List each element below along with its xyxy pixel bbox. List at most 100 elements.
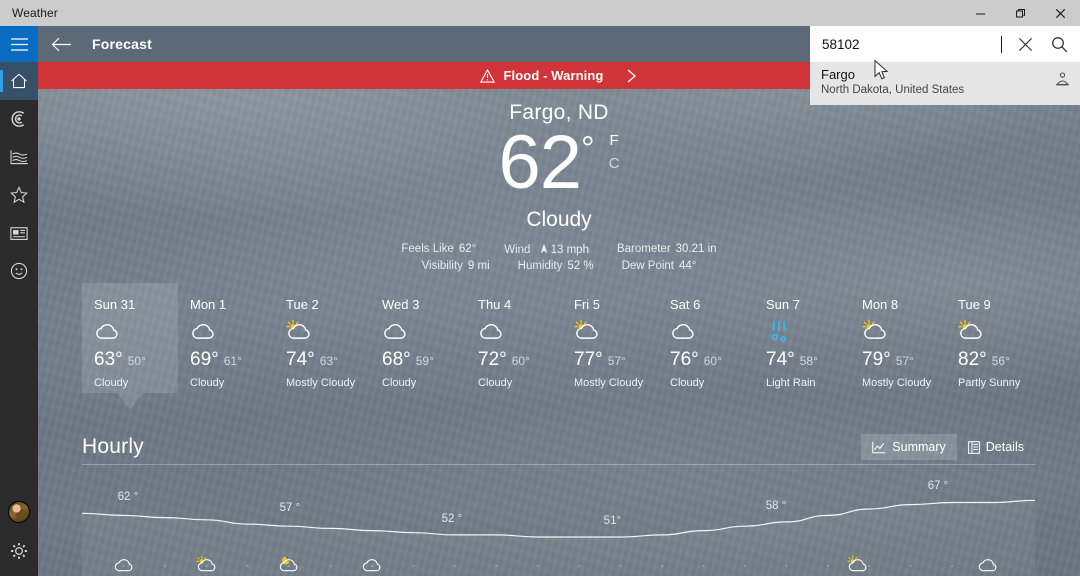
page-title: Forecast xyxy=(92,36,152,52)
metric-dew-point: Dew Point 44° xyxy=(622,260,697,272)
daily-forecast-card[interactable]: Tue 2 74° 63° Mostly Cloudy xyxy=(274,283,370,393)
mostly-cloudy-icon xyxy=(574,319,658,345)
daily-forecast-card[interactable]: Mon 1 69° 61° Cloudy xyxy=(178,283,274,393)
metric-barometer: Barometer 30.21 in xyxy=(617,243,717,256)
location-pin-icon xyxy=(1055,72,1070,93)
chart-point-label: 67 ° xyxy=(927,480,949,493)
current-metrics: Feels Like 62° Wind 13 mph Barometer 30.21… xyxy=(38,243,1080,272)
forecast-day-label: Tue 9 xyxy=(958,297,991,312)
search-box[interactable] xyxy=(810,26,1080,62)
unit-celsius-button[interactable]: C xyxy=(609,156,620,172)
sidebar-item-home[interactable] xyxy=(0,62,38,100)
forecast-low: 60° xyxy=(511,354,530,368)
account-button[interactable] xyxy=(0,494,38,532)
navigation-rail xyxy=(0,26,38,576)
maximize-button[interactable] xyxy=(1000,0,1040,26)
forecast-low: 63° xyxy=(319,354,338,368)
section-title: Hourly xyxy=(82,435,144,458)
wind-arrow-icon xyxy=(540,243,547,254)
forecast-description: Mostly Cloudy xyxy=(862,377,932,389)
mostly-cloudy-icon xyxy=(862,319,946,345)
minimize-button[interactable] xyxy=(960,0,1000,26)
forecast-day-label: Tue 2 xyxy=(286,297,319,312)
sidebar-item-favorites[interactable] xyxy=(0,176,38,214)
sidebar-item-historical-weather[interactable] xyxy=(0,138,38,176)
forecast-description: Light Rain xyxy=(766,377,816,389)
cloudy-icon xyxy=(478,319,562,345)
search-icon xyxy=(1051,36,1067,52)
current-condition-text: Cloudy xyxy=(526,208,592,231)
forecast-low: 60° xyxy=(703,354,722,368)
metric-value: 13 mph xyxy=(550,244,589,256)
metric-value: 30.21 in xyxy=(675,243,717,255)
cloudy-icon xyxy=(670,319,754,345)
daily-forecast-card[interactable]: Sun 31 63° 50° Cloudy xyxy=(82,283,178,393)
daily-forecast-card[interactable]: Sat 6 76° 60° Cloudy xyxy=(658,283,754,393)
tab-details[interactable]: Details xyxy=(957,434,1035,460)
forecast-day-label: Fri 5 xyxy=(574,297,600,312)
close-button[interactable] xyxy=(1040,0,1080,26)
window-controls xyxy=(960,0,1080,26)
unit-fahrenheit-button[interactable]: F xyxy=(609,133,620,149)
smiley-feedback-icon xyxy=(10,262,28,280)
forecast-day-label: Sun 7 xyxy=(766,297,800,312)
close-icon xyxy=(1055,8,1065,18)
metric-label: Feels Like xyxy=(401,243,454,255)
forecast-description: Mostly Cloudy xyxy=(574,377,644,389)
forecast-day-label: Mon 1 xyxy=(190,297,227,312)
forecast-temps: 76° 60° xyxy=(670,349,754,371)
clear-search-button[interactable] xyxy=(1008,27,1042,61)
forecast-temps: 79° 57° xyxy=(862,349,946,371)
forecast-high: 74° xyxy=(286,349,315,370)
metric-label: Dew Point xyxy=(621,260,675,272)
forecast-description: Partly Sunny xyxy=(958,377,1021,389)
current-conditions: Fargo, ND 62 ° F C Cloudy Feels Like 62° … xyxy=(38,99,1080,272)
back-button[interactable] xyxy=(38,26,84,62)
chart-point-label: 58 ° xyxy=(765,499,787,512)
details-list-icon xyxy=(967,440,980,454)
tab-label: Summary xyxy=(892,440,946,454)
daily-forecast-card[interactable]: Mon 8 79° 57° Mostly Cloudy xyxy=(850,283,946,393)
search-input[interactable] xyxy=(811,27,1008,61)
sidebar-item-send-feedback[interactable] xyxy=(0,252,38,290)
current-temperature-row: 62 ° F C xyxy=(38,125,1080,201)
search-region: Fargo North Dakota, United States xyxy=(810,26,1080,105)
forecast-high: 68° xyxy=(382,349,411,370)
mostly-cloudy-icon xyxy=(846,555,868,576)
cloudy-icon xyxy=(113,555,134,576)
daily-forecast-card[interactable]: Wed 3 68° 59° Cloudy xyxy=(370,283,466,393)
metric-feels-like: Feels Like 62° xyxy=(401,243,476,256)
degree-symbol: ° xyxy=(581,130,595,168)
sidebar-item-settings[interactable] xyxy=(0,532,38,570)
section-divider xyxy=(82,464,1035,465)
metric-label: Wind xyxy=(504,244,531,256)
gear-icon xyxy=(11,543,27,559)
hamburger-icon xyxy=(10,37,28,51)
list-item[interactable]: Fargo North Dakota, United States xyxy=(810,62,1080,105)
daily-forecast-card[interactable]: Sun 7 74° 58° Light Rain xyxy=(754,283,850,393)
hourly-temperature-chart[interactable]: 62 ° 57 ° 52 ° 51° 58 ° 67 ° xyxy=(82,478,1035,576)
submit-search-button[interactable] xyxy=(1042,27,1076,61)
window-title: Weather xyxy=(12,6,58,20)
metric-label: Barometer xyxy=(616,243,671,255)
metric-value: 62° xyxy=(458,243,477,255)
daily-forecast-card[interactable]: Thu 4 72° 60° Cloudy xyxy=(466,283,562,393)
summary-chart-icon xyxy=(872,441,886,453)
tab-summary[interactable]: Summary xyxy=(861,434,957,460)
sidebar-item-maps[interactable] xyxy=(0,100,38,138)
forecast-description: Cloudy xyxy=(94,377,129,389)
forecast-high: 77° xyxy=(574,349,603,370)
minimize-icon xyxy=(975,13,985,14)
sidebar-item-news[interactable] xyxy=(0,214,38,252)
hamburger-menu-button[interactable] xyxy=(0,26,38,62)
home-icon xyxy=(11,73,27,89)
forecast-temps: 74° 58° xyxy=(766,349,850,371)
metric-value: 52 % xyxy=(567,260,594,272)
daily-forecast-card[interactable]: Tue 9 82° 56° Partly Sunny xyxy=(946,283,1042,393)
forecast-low: 56° xyxy=(991,354,1010,368)
forecast-high: 76° xyxy=(670,349,699,370)
mostly-cloudy-icon xyxy=(286,319,370,345)
warning-triangle-icon xyxy=(479,68,495,83)
daily-forecast-card[interactable]: Fri 5 77° 57° Mostly Cloudy xyxy=(562,283,658,393)
forecast-description: Cloudy xyxy=(190,377,225,389)
